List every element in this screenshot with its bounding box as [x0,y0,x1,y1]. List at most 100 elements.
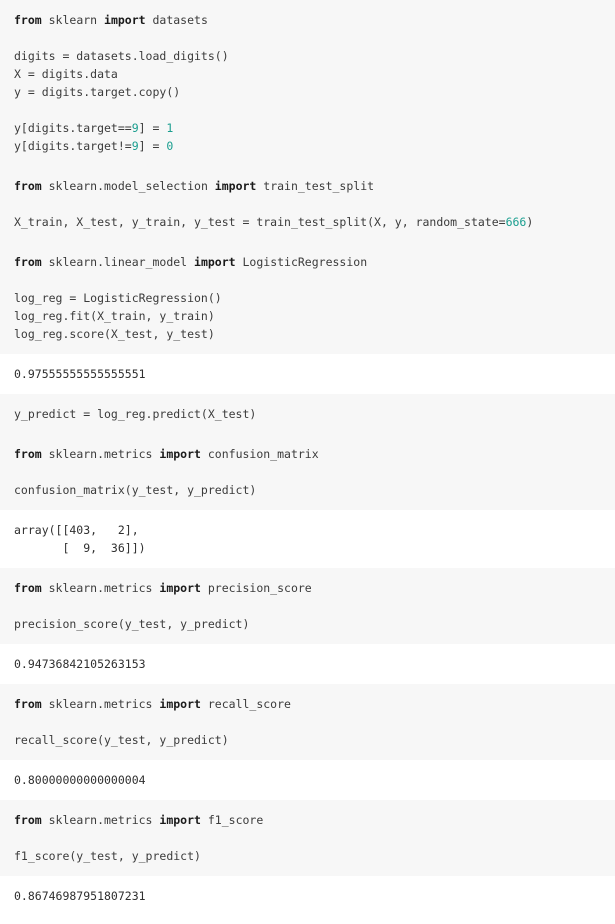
keyword-token: import [159,697,207,711]
output-text: 0.86746987951807231 [14,887,615,905]
output-text: 0.80000000000000004 [14,771,615,789]
cell-import-datasets[interactable]: from sklearn import datasets digits = dat… [0,0,615,166]
blank-line [14,101,615,119]
code-line: X_train, X_test, y_train, y_test = train… [14,213,615,231]
cell-train-test-split[interactable]: from sklearn.model_selection import trai… [0,166,615,242]
code-source[interactable]: from sklearn.metrics import f1_scoref1_s… [14,811,615,865]
blank-line [14,195,615,213]
cell-y-predict[interactable]: y_predict = log_reg.predict(X_test) [0,394,615,434]
code-token: confusion_matrix [208,447,319,461]
cell-recall-score[interactable]: from sklearn.metrics import recall_score… [0,684,615,760]
code-token: precision_score(y_test, y_predict) [14,617,249,631]
code-line: log_reg.score(X_test, y_test) [14,325,615,343]
code-token: log_reg.fit(X_train, y_train) [14,309,215,323]
output-cell-body: 0.86746987951807231 [0,876,615,916]
code-token: ] = [139,121,167,135]
output-cell-body: 0.97555555555555551 [0,354,615,394]
code-token: LogisticRegression [243,255,368,269]
keyword-token: from [14,697,49,711]
code-line: from sklearn.metrics import recall_score [14,695,615,713]
code-token: y_predict = log_reg.predict(X_test) [14,407,256,421]
code-line: from sklearn.model_selection import trai… [14,177,615,195]
code-source[interactable]: from sklearn.metrics import confusion_ma… [14,445,615,499]
cell-f1-score[interactable]: from sklearn.metrics import f1_scoref1_s… [0,800,615,876]
output-text: 0.94736842105263153 [14,655,615,673]
cell-logistic-regression[interactable]: from sklearn.linear_model import Logisti… [0,242,615,354]
code-line: f1_score(y_test, y_predict) [14,847,615,865]
code-token: sklearn.metrics [49,813,160,827]
code-line: from sklearn.metrics import confusion_ma… [14,445,615,463]
code-token: precision_score [208,581,312,595]
keyword-token: import [194,255,242,269]
code-line: from sklearn import datasets [14,11,615,29]
code-token: sklearn.model_selection [49,179,215,193]
code-cell-body: from sklearn import datasets digits = dat… [0,0,615,166]
keyword-token: import [159,813,207,827]
code-cell-body: y_predict = log_reg.predict(X_test) [0,394,615,434]
number-token: 9 [132,121,139,135]
code-token: y = digits.target.copy() [14,85,180,99]
code-line: y[digits.target!=9] = 0 [14,137,615,155]
code-source[interactable]: from sklearn.model_selection import trai… [14,177,615,231]
keyword-token: import [215,179,263,193]
code-cell-body: from sklearn.model_selection import trai… [0,166,615,242]
number-token: 666 [506,215,527,229]
code-token: y[digits.target!= [14,139,132,153]
code-line: confusion_matrix(y_test, y_predict) [14,481,615,499]
code-line: digits = datasets.load_digits() [14,47,615,65]
code-token: confusion_matrix(y_test, y_predict) [14,483,256,497]
output-f1-score: 0.86746987951807231 [0,876,615,916]
output-cell-body: 0.94736842105263153 [0,644,615,684]
cell-precision-score[interactable]: from sklearn.metrics import precision_sc… [0,568,615,644]
code-token: f1_score(y_test, y_predict) [14,849,201,863]
blank-line [14,29,615,47]
code-cell-body: from sklearn.linear_model import Logisti… [0,242,615,354]
code-token: sklearn.metrics [49,581,160,595]
code-line: X = digits.data [14,65,615,83]
code-line: from sklearn.linear_model import Logisti… [14,253,615,271]
output-score: 0.97555555555555551 [0,354,615,394]
code-token: f1_score [208,813,263,827]
code-token: sklearn.linear_model [49,255,194,269]
keyword-token: import [159,581,207,595]
code-token: sklearn [49,13,104,27]
cell-confusion-matrix[interactable]: from sklearn.metrics import confusion_ma… [0,434,615,510]
code-source[interactable]: from sklearn.metrics import recall_score… [14,695,615,749]
output-text: 0.97555555555555551 [14,365,615,383]
output-cell-body: 0.80000000000000004 [0,760,615,800]
blank-line [14,829,615,847]
blank-line [14,463,615,481]
code-token: recall_score(y_test, y_predict) [14,733,229,747]
code-line: from sklearn.metrics import precision_sc… [14,579,615,597]
output-confusion-matrix: array([[403, 2], [ 9, 36]]) [0,510,615,568]
code-token: log_reg.score(X_test, y_test) [14,327,215,341]
keyword-token: import [159,447,207,461]
code-source[interactable]: from sklearn import datasets digits = dat… [14,11,615,155]
blank-line [14,271,615,289]
code-cell-body: from sklearn.metrics import recall_score… [0,684,615,760]
code-line: recall_score(y_test, y_predict) [14,731,615,749]
code-line: log_reg = LogisticRegression() [14,289,615,307]
keyword-token: from [14,581,49,595]
code-token: y[digits.target== [14,121,132,135]
output-precision-score: 0.94736842105263153 [0,644,615,684]
code-source[interactable]: y_predict = log_reg.predict(X_test) [14,405,615,423]
keyword-token: from [14,447,49,461]
notebook-container: from sklearn import datasets digits = dat… [0,0,615,916]
code-line: y = digits.target.copy() [14,83,615,101]
keyword-token: from [14,255,49,269]
code-source[interactable]: from sklearn.linear_model import Logisti… [14,253,615,343]
code-source[interactable]: from sklearn.metrics import precision_sc… [14,579,615,633]
code-token: log_reg = LogisticRegression() [14,291,222,305]
code-token: sklearn.metrics [49,447,160,461]
code-token: train_test_split [263,179,374,193]
code-token: sklearn.metrics [49,697,160,711]
code-token: ] = [139,139,167,153]
number-token: 0 [166,139,173,153]
code-token: X_train, X_test, y_train, y_test = train… [14,215,506,229]
code-cell-body: from sklearn.metrics import confusion_ma… [0,434,615,510]
code-cell-body: from sklearn.metrics import precision_sc… [0,568,615,644]
code-token: digits = datasets.load_digits() [14,49,229,63]
keyword-token: from [14,179,49,193]
code-line: y_predict = log_reg.predict(X_test) [14,405,615,423]
